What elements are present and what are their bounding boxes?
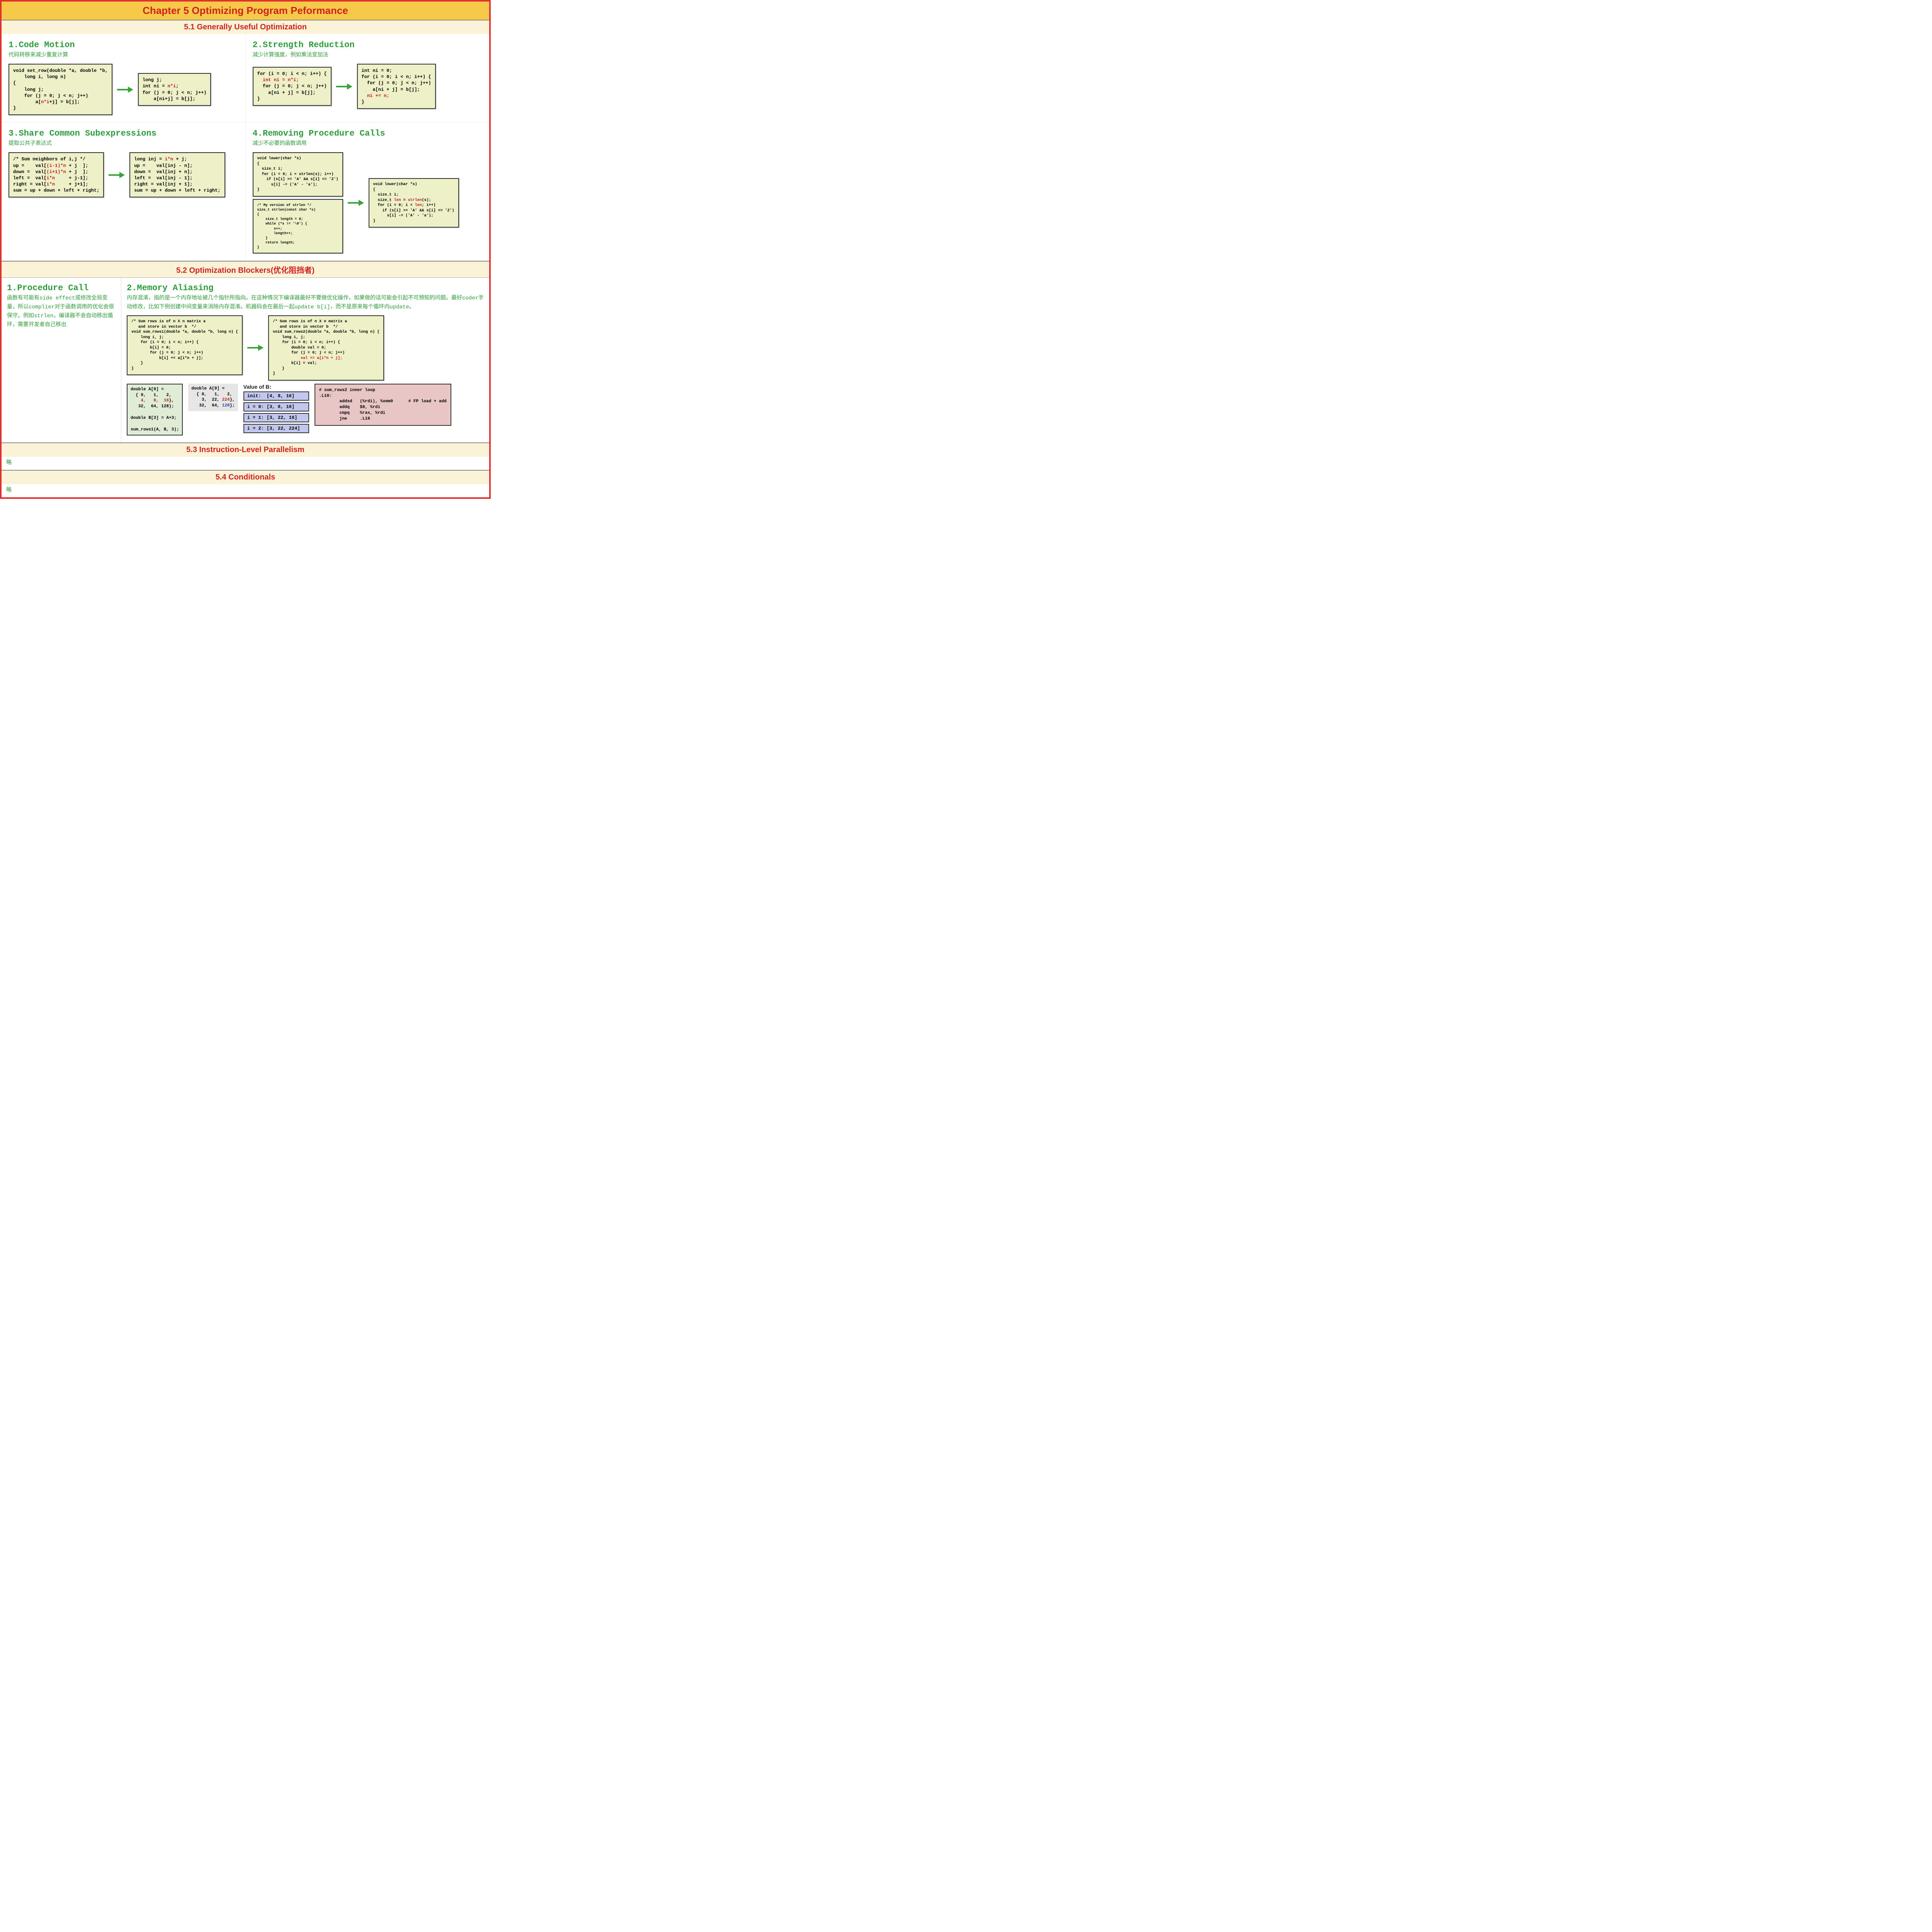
strength-reduction-panel: 2.Strength Reduction 减少计算强度，例如乘法变加法 for … xyxy=(245,34,490,122)
section-5-2-body: 1.Procedure Call 函数有可能有side effect或修改全局变… xyxy=(2,277,489,442)
strength-reduction-title: 2.Strength Reduction xyxy=(253,40,483,50)
arrow-right-icon xyxy=(246,343,265,352)
code-motion-panel: 1.Code Motion 代码转移来减少重复计算 void set_row(d… xyxy=(2,34,245,122)
value-b-row: init: [4, 8, 16] xyxy=(243,391,309,401)
remove-calls-before: void lower(char *s) { size_t i; for (i =… xyxy=(253,152,343,197)
array-a-green: double A[9] = { 0, 1, 2, 4, 8, 16}, 32, … xyxy=(127,384,183,436)
arrow-right-icon xyxy=(346,198,366,207)
code-motion-title: 1.Code Motion xyxy=(9,40,238,50)
share-subexpr-title: 3.Share Common Subexpressions xyxy=(9,129,238,138)
memory-aliasing-title: 2.Memory Aliasing xyxy=(127,283,484,293)
arrow-right-icon xyxy=(116,85,135,94)
share-subexpr-panel: 3.Share Common Subexpressions 提取公共子表达式 /… xyxy=(2,122,245,261)
code-motion-desc: 代码转移来减少重复计算 xyxy=(9,51,238,58)
section-5-2-title: 5.2 Optimization Blockers(优化阻挡者) xyxy=(2,262,489,277)
arrow-right-icon xyxy=(335,82,354,91)
section-5-4-title: 5.4 Conditionals xyxy=(2,471,489,484)
array-a-grey: double A[9] = { 0, 1, 2, 3, 22, 224}, 32… xyxy=(188,384,238,411)
memory-aliasing-panel: 2.Memory Aliasing 内存混淆，指的是一个内存地址被几个指针所指向… xyxy=(121,278,489,442)
value-b-row: i = 1: [3, 22, 16] xyxy=(243,413,309,422)
asm-inner-loop: # sum_rows2 inner loop .L10: addsd (%rdi… xyxy=(315,384,451,426)
value-b-row: i = 0: [3, 8, 16] xyxy=(243,402,309,412)
sum-rows1-code: /* Sum rows is of n X n matrix a and sto… xyxy=(127,315,243,375)
value-b-column: init: [4, 8, 16] i = 0: [3, 8, 16] i = 1… xyxy=(243,391,309,433)
procedure-call-panel: 1.Procedure Call 函数有可能有side effect或修改全局变… xyxy=(2,278,121,442)
remove-calls-panel: 4.Removing Procedure Calls 减少不必要的函数调用 vo… xyxy=(245,122,490,261)
strength-before: for (i = 0; i < n; i++) { int ni = n*i; … xyxy=(253,67,332,106)
page-title: Chapter 5 Optimizing Program Peformance xyxy=(2,2,489,20)
value-b-label: Value of B: xyxy=(243,384,309,390)
strength-reduction-desc: 减少计算强度，例如乘法变加法 xyxy=(253,51,483,58)
share-subexpr-desc: 提取公共子表达式 xyxy=(9,139,238,147)
section-5-4-body: 略 xyxy=(2,484,489,497)
value-b-row: i = 2: [3, 22, 224] xyxy=(243,424,309,433)
remove-calls-desc: 减少不必要的函数调用 xyxy=(253,139,483,147)
section-5-1-row-2: 3.Share Common Subexpressions 提取公共子表达式 /… xyxy=(2,122,489,261)
share-before: /* Sum neighbors of i,j */ up = val[(i-1… xyxy=(9,152,104,197)
sum-rows2-code: /* Sum rows is of n X n matrix a and sto… xyxy=(268,315,384,381)
procedure-call-title: 1.Procedure Call xyxy=(7,283,116,293)
section-5-3-body: 略 xyxy=(2,457,489,470)
code-motion-before: void set_row(double *a, double *b, long … xyxy=(9,64,112,115)
memory-aliasing-text: 内存混淆，指的是一个内存地址被几个指针所指向。在这种情况下编译器最好不要做优化操… xyxy=(127,294,484,311)
code-motion-after: long j; int ni = n*i; for (j = 0; j < n;… xyxy=(138,73,211,106)
remove-calls-title: 4.Removing Procedure Calls xyxy=(253,129,483,138)
arrow-right-icon xyxy=(107,170,126,180)
share-after: long inj = i*n + j; up = val[inj - n]; d… xyxy=(129,152,225,197)
strlen-impl: /* My version of strlen */ size_t strlen… xyxy=(253,199,343,253)
section-5-3-title: 5.3 Instruction-Level Parallelism xyxy=(2,443,489,457)
section-5-1-title: 5.1 Generally Useful Optimization xyxy=(2,20,489,34)
remove-calls-after: void lower(char *s) { size_t i; size_t l… xyxy=(369,178,459,228)
section-5-1-row-1: 1.Code Motion 代码转移来减少重复计算 void set_row(d… xyxy=(2,34,489,122)
procedure-call-text: 函数有可能有side effect或修改全局变量，所以complier对于函数调… xyxy=(7,294,116,328)
strength-after: int ni = 0; for (i = 0; i < n; i++) { fo… xyxy=(357,64,436,109)
